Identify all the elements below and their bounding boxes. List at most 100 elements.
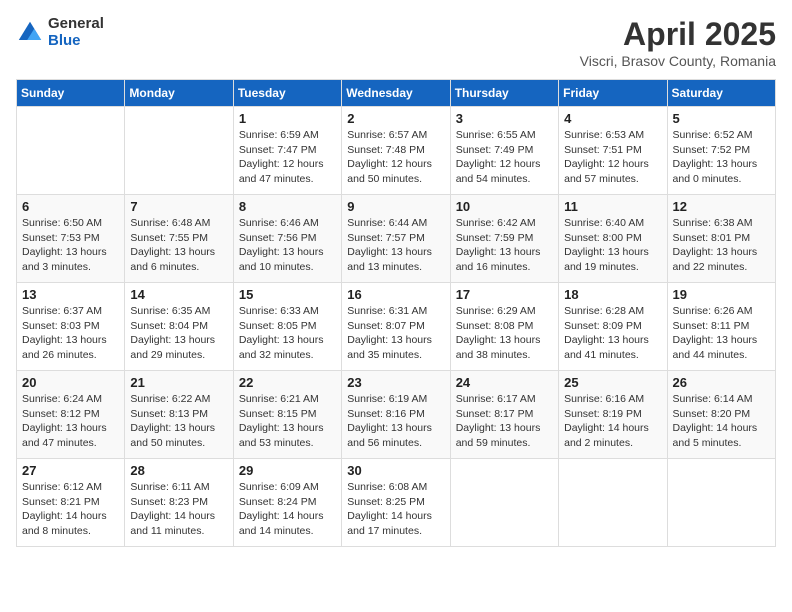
- day-detail: Sunrise: 6:44 AM Sunset: 7:57 PM Dayligh…: [347, 216, 444, 275]
- day-number: 10: [456, 199, 553, 214]
- day-number: 17: [456, 287, 553, 302]
- day-number: 28: [130, 463, 227, 478]
- calendar-cell: 7Sunrise: 6:48 AM Sunset: 7:55 PM Daylig…: [125, 195, 233, 283]
- calendar-cell: 8 Sunrise: 6:46 AM Sunset: 7:56 PM Daylig…: [233, 195, 341, 283]
- day-detail: Sunrise: 6:46 AM Sunset: 7:56 PM Dayligh…: [239, 216, 336, 275]
- header-tuesday: Tuesday: [233, 80, 341, 107]
- day-number: 15: [239, 287, 336, 302]
- calendar-cell: 23 Sunrise: 6:19 AM Sunset: 8:16 PM Dayli…: [342, 371, 450, 459]
- day-detail: Sunrise: 6:19 AM Sunset: 8:16 PM Dayligh…: [347, 392, 444, 451]
- calendar-cell: 6 Sunrise: 6:50 AM Sunset: 7:53 PM Daylig…: [17, 195, 125, 283]
- logo-icon: [16, 19, 44, 47]
- day-number: 18: [564, 287, 661, 302]
- day-detail: Sunrise: 6:12 AM Sunset: 8:21 PM Dayligh…: [22, 480, 119, 539]
- calendar-cell: 22Sunrise: 6:21 AM Sunset: 8:15 PM Dayli…: [233, 371, 341, 459]
- header-friday: Friday: [559, 80, 667, 107]
- calendar-cell: 19 Sunrise: 6:26 AM Sunset: 8:11 PM Dayli…: [667, 283, 775, 371]
- calendar-cell: 27 Sunrise: 6:12 AM Sunset: 8:21 PM Dayli…: [17, 459, 125, 547]
- day-detail: Sunrise: 6:28 AM Sunset: 8:09 PM Dayligh…: [564, 304, 661, 363]
- calendar-cell: 29 Sunrise: 6:09 AM Sunset: 8:24 PM Dayli…: [233, 459, 341, 547]
- day-detail: Sunrise: 6:55 AM Sunset: 7:49 PM Dayligh…: [456, 128, 553, 187]
- calendar-cell: [450, 459, 558, 547]
- calendar-cell: [125, 107, 233, 195]
- calendar-week-4: 27 Sunrise: 6:12 AM Sunset: 8:21 PM Dayli…: [17, 459, 776, 547]
- calendar-cell: 30Sunrise: 6:08 AM Sunset: 8:25 PM Dayli…: [342, 459, 450, 547]
- day-number: 4: [564, 111, 661, 126]
- day-number: 8: [239, 199, 336, 214]
- calendar-cell: 9 Sunrise: 6:44 AM Sunset: 7:57 PM Daylig…: [342, 195, 450, 283]
- day-number: 12: [673, 199, 770, 214]
- calendar-cell: 1 Sunrise: 6:59 AM Sunset: 7:47 PM Daylig…: [233, 107, 341, 195]
- calendar-week-0: 1 Sunrise: 6:59 AM Sunset: 7:47 PM Daylig…: [17, 107, 776, 195]
- day-number: 27: [22, 463, 119, 478]
- logo-text: General Blue: [48, 16, 104, 49]
- calendar-week-2: 13Sunrise: 6:37 AM Sunset: 8:03 PM Dayli…: [17, 283, 776, 371]
- calendar-cell: 13Sunrise: 6:37 AM Sunset: 8:03 PM Dayli…: [17, 283, 125, 371]
- calendar-cell: 12 Sunrise: 6:38 AM Sunset: 8:01 PM Dayli…: [667, 195, 775, 283]
- day-number: 21: [130, 375, 227, 390]
- calendar-cell: [559, 459, 667, 547]
- day-detail: Sunrise: 6:38 AM Sunset: 8:01 PM Dayligh…: [673, 216, 770, 275]
- calendar-cell: 28 Sunrise: 6:11 AM Sunset: 8:23 PM Dayli…: [125, 459, 233, 547]
- calendar-cell: 16Sunrise: 6:31 AM Sunset: 8:07 PM Dayli…: [342, 283, 450, 371]
- day-number: 26: [673, 375, 770, 390]
- month-title: April 2025: [580, 16, 776, 53]
- calendar-cell: 5Sunrise: 6:52 AM Sunset: 7:52 PM Daylig…: [667, 107, 775, 195]
- day-number: 7: [130, 199, 227, 214]
- logo-blue: Blue: [48, 33, 104, 50]
- day-number: 2: [347, 111, 444, 126]
- calendar-cell: 3 Sunrise: 6:55 AM Sunset: 7:49 PM Daylig…: [450, 107, 558, 195]
- day-detail: Sunrise: 6:26 AM Sunset: 8:11 PM Dayligh…: [673, 304, 770, 363]
- calendar-cell: 14 Sunrise: 6:35 AM Sunset: 8:04 PM Dayli…: [125, 283, 233, 371]
- calendar-body: 1 Sunrise: 6:59 AM Sunset: 7:47 PM Daylig…: [17, 107, 776, 547]
- calendar-cell: 25 Sunrise: 6:16 AM Sunset: 8:19 PM Dayli…: [559, 371, 667, 459]
- day-number: 3: [456, 111, 553, 126]
- calendar-week-3: 20 Sunrise: 6:24 AM Sunset: 8:12 PM Dayli…: [17, 371, 776, 459]
- day-detail: Sunrise: 6:59 AM Sunset: 7:47 PM Dayligh…: [239, 128, 336, 187]
- calendar-cell: 15 Sunrise: 6:33 AM Sunset: 8:05 PM Dayli…: [233, 283, 341, 371]
- calendar-cell: 4Sunrise: 6:53 AM Sunset: 7:51 PM Daylig…: [559, 107, 667, 195]
- calendar-cell: 11Sunrise: 6:40 AM Sunset: 8:00 PM Dayli…: [559, 195, 667, 283]
- day-number: 20: [22, 375, 119, 390]
- day-number: 23: [347, 375, 444, 390]
- calendar-cell: [17, 107, 125, 195]
- day-detail: Sunrise: 6:11 AM Sunset: 8:23 PM Dayligh…: [130, 480, 227, 539]
- day-number: 11: [564, 199, 661, 214]
- header-sunday: Sunday: [17, 80, 125, 107]
- calendar-header: Sunday Monday Tuesday Wednesday Thursday…: [17, 80, 776, 107]
- day-number: 14: [130, 287, 227, 302]
- title-section: April 2025 Viscri, Brasov County, Romani…: [580, 16, 776, 69]
- day-number: 6: [22, 199, 119, 214]
- day-number: 30: [347, 463, 444, 478]
- day-number: 24: [456, 375, 553, 390]
- calendar-cell: 10 Sunrise: 6:42 AM Sunset: 7:59 PM Dayli…: [450, 195, 558, 283]
- day-detail: Sunrise: 6:37 AM Sunset: 8:03 PM Dayligh…: [22, 304, 119, 363]
- calendar-cell: 20 Sunrise: 6:24 AM Sunset: 8:12 PM Dayli…: [17, 371, 125, 459]
- header-row: Sunday Monday Tuesday Wednesday Thursday…: [17, 80, 776, 107]
- day-detail: Sunrise: 6:31 AM Sunset: 8:07 PM Dayligh…: [347, 304, 444, 363]
- day-detail: Sunrise: 6:24 AM Sunset: 8:12 PM Dayligh…: [22, 392, 119, 451]
- calendar-cell: 2 Sunrise: 6:57 AM Sunset: 7:48 PM Daylig…: [342, 107, 450, 195]
- day-detail: Sunrise: 6:50 AM Sunset: 7:53 PM Dayligh…: [22, 216, 119, 275]
- day-detail: Sunrise: 6:22 AM Sunset: 8:13 PM Dayligh…: [130, 392, 227, 451]
- day-number: 9: [347, 199, 444, 214]
- day-number: 19: [673, 287, 770, 302]
- day-detail: Sunrise: 6:42 AM Sunset: 7:59 PM Dayligh…: [456, 216, 553, 275]
- day-number: 22: [239, 375, 336, 390]
- header-saturday: Saturday: [667, 80, 775, 107]
- calendar-cell: 21 Sunrise: 6:22 AM Sunset: 8:13 PM Dayli…: [125, 371, 233, 459]
- day-detail: Sunrise: 6:35 AM Sunset: 8:04 PM Dayligh…: [130, 304, 227, 363]
- day-number: 29: [239, 463, 336, 478]
- calendar-cell: 17 Sunrise: 6:29 AM Sunset: 8:08 PM Dayli…: [450, 283, 558, 371]
- day-detail: Sunrise: 6:29 AM Sunset: 8:08 PM Dayligh…: [456, 304, 553, 363]
- day-number: 25: [564, 375, 661, 390]
- day-detail: Sunrise: 6:33 AM Sunset: 8:05 PM Dayligh…: [239, 304, 336, 363]
- calendar-cell: 26Sunrise: 6:14 AM Sunset: 8:20 PM Dayli…: [667, 371, 775, 459]
- day-detail: Sunrise: 6:57 AM Sunset: 7:48 PM Dayligh…: [347, 128, 444, 187]
- day-number: 1: [239, 111, 336, 126]
- day-detail: Sunrise: 6:09 AM Sunset: 8:24 PM Dayligh…: [239, 480, 336, 539]
- header-wednesday: Wednesday: [342, 80, 450, 107]
- day-detail: Sunrise: 6:16 AM Sunset: 8:19 PM Dayligh…: [564, 392, 661, 451]
- calendar-cell: [667, 459, 775, 547]
- logo-general: General: [48, 16, 104, 33]
